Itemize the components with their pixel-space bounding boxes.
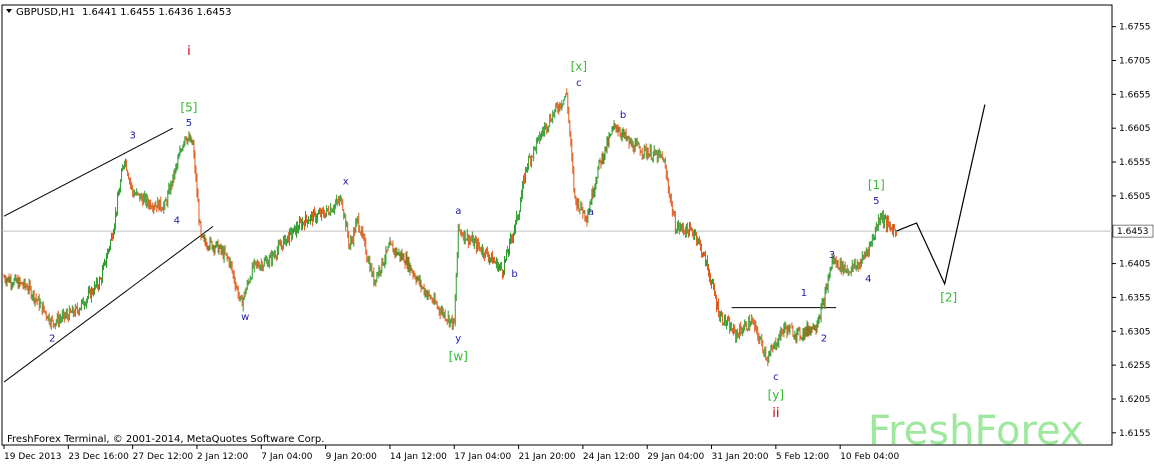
wave-label: 3 [829, 250, 835, 261]
y-tick-label: 1.6505 [1119, 192, 1151, 202]
wave-label: 2 [821, 333, 827, 344]
x-axis: 19 Dec 2013 23 Dec 16:00 27 Dec 12:00 2 Jan… [3, 445, 899, 462]
y-tick-label: 1.6405 [1119, 260, 1151, 270]
y-tick-label: 1.6155 [1119, 429, 1151, 439]
symbol-label: GBPUSD,H1 [16, 7, 75, 18]
y-tick-label: 1.6605 [1119, 124, 1151, 134]
y-tick-label: 1.6555 [1119, 158, 1151, 168]
x-tick-label: 24 Jan 12:00 [583, 452, 640, 462]
wave-label: c [773, 372, 779, 383]
y-tick-label: 1.6355 [1119, 293, 1151, 303]
chart-header: GBPUSD,H1 1.6441 1.6455 1.6436 1.6453 [6, 7, 232, 18]
x-tick-label: 17 Jan 04:00 [454, 452, 511, 462]
x-tick-label: 31 Jan 20:00 [712, 452, 769, 462]
wave-label: y [455, 333, 461, 344]
y-tick-label: 1.6305 [1119, 327, 1151, 337]
y-tick-label: 1.6755 [1119, 23, 1151, 33]
x-tick-label: 21 Jan 20:00 [519, 452, 576, 462]
wave-label: i [187, 44, 191, 59]
wave-label: 5 [186, 118, 192, 129]
wave-label: b [620, 110, 626, 121]
brand-watermark: FreshForex [868, 408, 1084, 454]
wave-label: [5] [180, 100, 197, 114]
wave-label: c [576, 78, 582, 89]
wave-label: 4 [174, 216, 180, 227]
y-tick-label: 1.6255 [1119, 361, 1151, 371]
current-price-tag: 1.6453 [1112, 224, 1154, 238]
wave-label: b [511, 269, 517, 280]
wave-label: 4 [865, 274, 871, 285]
current-price-label: 1.6453 [1117, 227, 1149, 237]
wave-label: 2 [49, 333, 55, 344]
y-tick-label: 1.6205 [1119, 395, 1151, 405]
wave-label: 3 [129, 130, 135, 141]
x-tick-label: 9 Jan 20:00 [326, 452, 378, 462]
y-tick-label: 1.6655 [1119, 90, 1151, 100]
copyright-text: FreshForex Terminal, © 2001-2014, MetaQu… [7, 434, 324, 445]
wave-label: a [588, 207, 594, 218]
wave-label: 1 [801, 288, 807, 299]
wave-label: x [343, 176, 349, 187]
wave-label: [1] [868, 178, 885, 192]
wave-label: 5 [873, 196, 879, 207]
wave-label: a [455, 206, 461, 217]
x-tick-label: 7 Jan 04:00 [261, 452, 313, 462]
chart-frame [1, 4, 1113, 446]
x-tick-label: 27 Dec 12:00 [133, 452, 194, 462]
wave-label: ii [772, 406, 779, 421]
wave-label: [w] [449, 349, 468, 363]
price-chart[interactable]: 1.6755 1.6705 1.6655 1.6605 1.6555 1.6505 1.64… [0, 0, 1154, 465]
wave-label: [2] [940, 290, 957, 304]
x-tick-label: 5 Feb 12:00 [776, 452, 830, 462]
y-tick-label: 1.6705 [1119, 57, 1151, 67]
x-tick-label: 29 Jan 04:00 [647, 452, 704, 462]
x-tick-label: 2 Jan 12:00 [197, 452, 249, 462]
wave-label: [x] [571, 60, 587, 74]
wave-label: w [241, 312, 249, 323]
wave-label: [y] [768, 388, 784, 402]
x-tick-label: 14 Jan 12:00 [390, 452, 447, 462]
x-tick-label: 19 Dec 2013 [4, 452, 62, 462]
x-tick-label: 23 Dec 16:00 [68, 452, 129, 462]
ohlc-label: 1.6441 1.6455 1.6436 1.6453 [82, 7, 232, 18]
